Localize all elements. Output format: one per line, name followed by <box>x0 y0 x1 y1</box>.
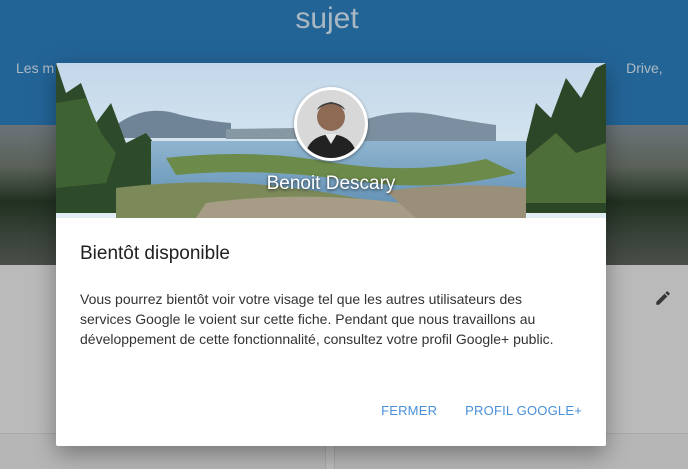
profile-cover-photo: Benoit Descary <box>56 63 606 218</box>
close-button[interactable]: FERMER <box>381 403 437 418</box>
avatar-photo <box>297 90 365 158</box>
profile-name: Benoit Descary <box>266 173 396 194</box>
dialog-title: Bientôt disponible <box>80 243 230 264</box>
google-plus-profile-button[interactable]: PROFIL GOOGLE+ <box>465 403 582 418</box>
dialog-actions: FERMER PROFIL GOOGLE+ <box>381 403 582 418</box>
avatar <box>294 87 368 161</box>
dialog-message: Vous pourrez bientôt voir votre visage t… <box>80 291 554 347</box>
coming-soon-dialog: Benoit Descary Bientôt disponible Vous p… <box>56 63 606 446</box>
